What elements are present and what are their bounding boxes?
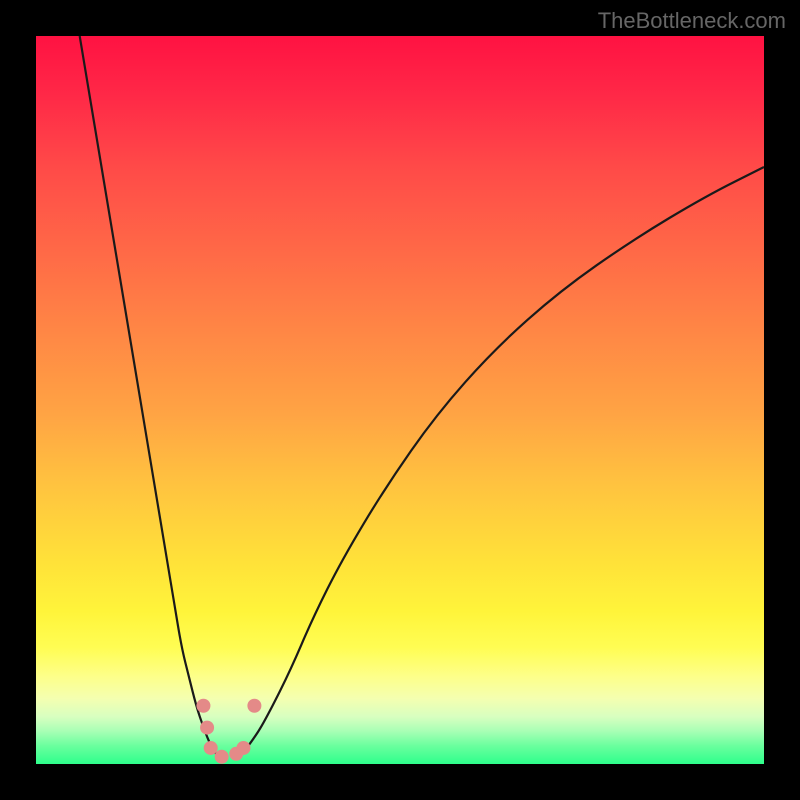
right-curve-line <box>240 167 764 757</box>
marker-dot <box>236 741 250 755</box>
marker-dot <box>196 699 210 713</box>
left-curve-line <box>80 36 218 757</box>
marker-dot <box>215 750 229 764</box>
marker-dot <box>200 721 214 735</box>
chart-plot-area <box>36 36 764 764</box>
chart-svg <box>36 36 764 764</box>
watermark-text: TheBottleneck.com <box>598 8 786 34</box>
marker-group <box>196 699 261 764</box>
marker-dot <box>247 699 261 713</box>
marker-dot <box>204 741 218 755</box>
